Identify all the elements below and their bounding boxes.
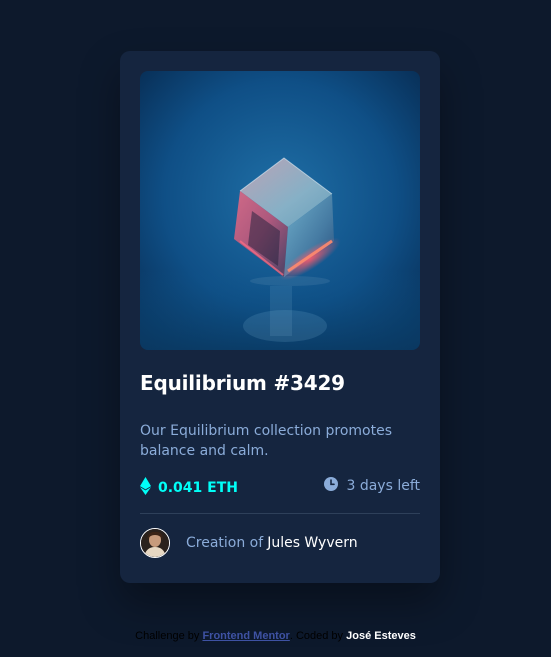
nft-image[interactable]: [140, 71, 420, 350]
price-value: 0.041 ETH: [158, 480, 238, 496]
time-info: 3 days left: [324, 477, 420, 495]
time-left: 3 days left: [346, 478, 420, 494]
creator-prefix: Creation of: [186, 535, 264, 551]
divider: [140, 513, 420, 514]
ethereum-icon: [140, 477, 158, 499]
price-info: 0.041 ETH: [140, 477, 238, 499]
nft-card: Equilibrium #3429 Our Equilibrium collec…: [120, 51, 440, 583]
attribution-prefix: Challenge by: [135, 630, 200, 642]
clock-icon: [324, 477, 346, 495]
attribution-middle: . Coded by: [289, 630, 344, 642]
frontend-mentor-link[interactable]: Frontend Mentor: [202, 630, 289, 642]
author-name: José Esteves: [346, 630, 416, 642]
creator-name-link[interactable]: Jules Wyvern: [267, 535, 357, 551]
card-title[interactable]: Equilibrium #3429: [140, 371, 345, 395]
attribution: Challenge by Frontend Mentor. Coded by J…: [0, 630, 551, 642]
creator-info: Creation of Jules Wyvern: [140, 528, 358, 558]
avatar: [140, 528, 170, 558]
card-description: Our Equilibrium collection promotes bala…: [140, 423, 392, 459]
